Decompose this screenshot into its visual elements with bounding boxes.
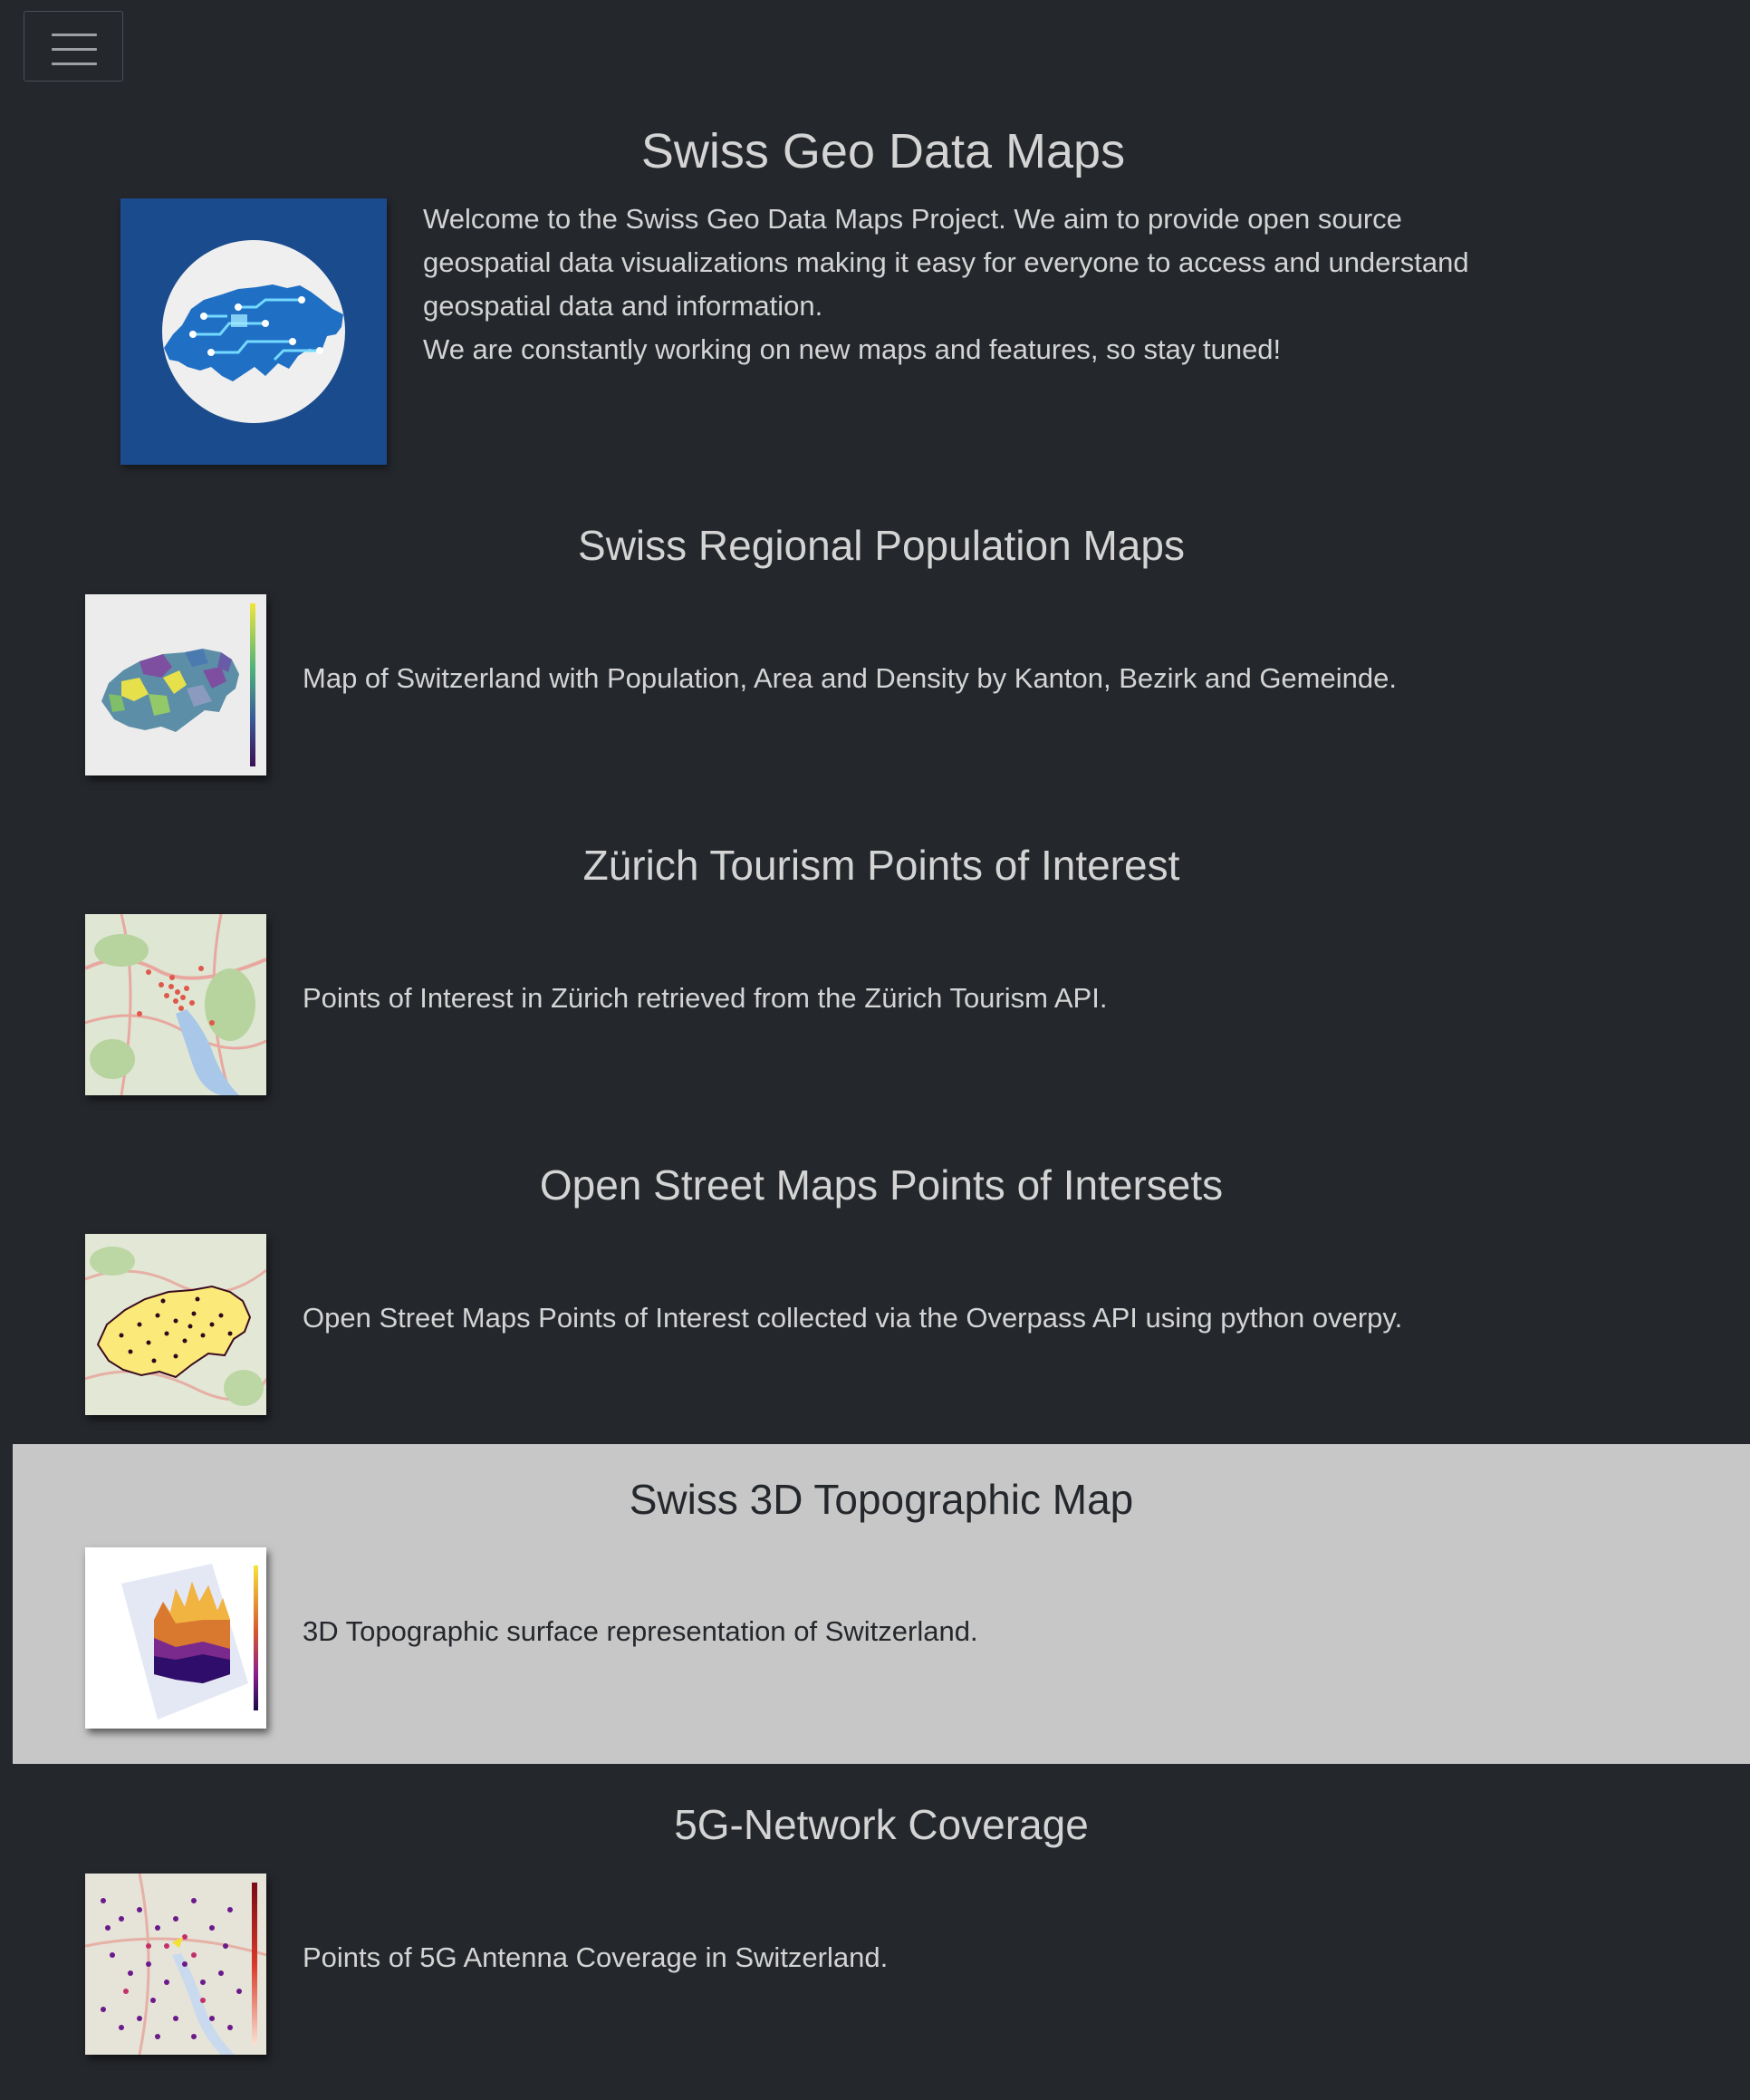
- section-population-maps[interactable]: Swiss Regional Population Maps Map of Sw…: [13, 490, 1750, 810]
- hero-intro: Welcome to the Swiss Geo Data Maps Proje…: [423, 197, 1492, 371]
- section-description: Open Street Maps Points of Interest coll…: [303, 1302, 1403, 1334]
- 5g-coverage-map-thumbnail[interactable]: [85, 1874, 266, 2055]
- swiss-circuit-map-logo: [120, 198, 387, 465]
- population-choropleth-thumbnail[interactable]: [85, 594, 266, 775]
- osm-poi-map-thumbnail[interactable]: [85, 1234, 266, 1415]
- section-3d-topographic[interactable]: Swiss 3D Topographic Map 3D Topographic …: [13, 1444, 1750, 1764]
- section-title: Zürich Tourism Points of Interest: [582, 842, 1180, 889]
- hero-paragraph-1: Welcome to the Swiss Geo Data Maps Proje…: [423, 203, 1469, 322]
- section-title: Swiss 3D Topographic Map: [629, 1476, 1134, 1523]
- menu-toggle-button[interactable]: [24, 11, 123, 82]
- section-description: Map of Switzerland with Population, Area…: [303, 662, 1397, 694]
- page-title: Swiss Geo Data Maps: [640, 124, 1126, 178]
- hero-paragraph-2: We are constantly working on new maps an…: [423, 333, 1282, 365]
- 3d-topographic-surface-thumbnail[interactable]: [85, 1547, 266, 1729]
- section-osm-poi[interactable]: Open Street Maps Points of Intersets Ope…: [13, 1130, 1750, 1450]
- section-description: Points of 5G Antenna Coverage in Switzer…: [303, 1941, 889, 1973]
- section-5g-coverage[interactable]: 5G-Network Coverage Points of 5G Antenna…: [13, 1769, 1750, 2089]
- section-description: Points of Interest in Zürich retrieved f…: [303, 982, 1108, 1014]
- section-description: 3D Topographic surface representation of…: [303, 1615, 978, 1647]
- section-title: Swiss Regional Population Maps: [578, 522, 1185, 569]
- section-title: Open Street Maps Points of Intersets: [539, 1161, 1224, 1209]
- zurich-poi-map-thumbnail[interactable]: [85, 914, 266, 1095]
- section-zurich-tourism[interactable]: Zürich Tourism Points of Interest Points…: [13, 810, 1750, 1130]
- section-title: 5G-Network Coverage: [674, 1801, 1089, 1848]
- hamburger-menu-icon: [52, 34, 97, 77]
